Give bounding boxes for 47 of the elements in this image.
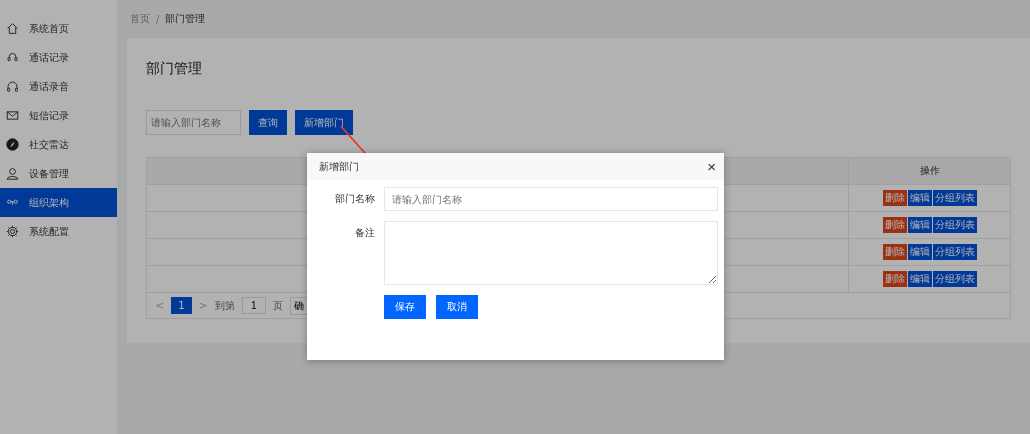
action-button[interactable]: 编辑 <box>907 217 932 233</box>
sidebar-item[interactable]: 通话记录 <box>0 43 117 72</box>
action-button[interactable]: 分组列表 <box>932 244 977 260</box>
action-button[interactable]: 编辑 <box>907 190 932 206</box>
sidebar-item[interactable]: 系统配置 <box>0 217 117 246</box>
breadcrumb-separator: / <box>156 13 160 25</box>
mail-icon <box>6 109 19 122</box>
sidebar-item[interactable]: 系统首页 <box>0 14 117 43</box>
sidebar-item[interactable]: 设备管理 <box>0 159 117 188</box>
save-button[interactable]: 保存 <box>384 295 426 319</box>
action-button[interactable]: 分组列表 <box>932 190 977 206</box>
settings-icon <box>6 225 19 238</box>
compass-icon <box>6 138 19 151</box>
search-field[interactable]: 请输入部门名称 <box>146 110 241 135</box>
breadcrumb-current: 部门管理 <box>165 12 206 26</box>
close-button[interactable]: × <box>707 159 716 174</box>
user-icon <box>6 167 19 180</box>
field-label: 备注 <box>354 226 376 240</box>
page-input[interactable]: 1 <box>241 297 266 314</box>
sidebar-item[interactable]: 社交雷达 <box>0 130 117 159</box>
page-number[interactable]: 1 <box>171 297 192 314</box>
delete-button[interactable]: 删除 <box>882 271 907 287</box>
action-button[interactable]: 分组列表 <box>932 271 977 287</box>
page-unit: 页 <box>272 298 283 313</box>
page-title: 部门管理 <box>146 60 203 78</box>
home-icon <box>6 22 19 35</box>
delete-button[interactable]: 删除 <box>882 244 907 260</box>
action-button[interactable]: 编辑 <box>907 244 932 260</box>
delete-button[interactable]: 删除 <box>882 217 907 233</box>
sidebar-item[interactable]: 通话录音 <box>0 72 117 101</box>
headset-icon <box>6 51 19 64</box>
goto-label: 到第 <box>214 298 235 313</box>
cancel-button[interactable]: 取消 <box>436 295 478 319</box>
breadcrumb-link[interactable]: 首页 <box>130 12 150 26</box>
field-label: 部门名称 <box>334 192 376 206</box>
name-field[interactable]: 请输入部门名称 <box>384 187 718 211</box>
notes-field[interactable] <box>384 221 718 285</box>
column-header: 操作 <box>918 164 941 178</box>
dialog-title: 新增部门 <box>319 159 359 174</box>
headphones-icon <box>6 80 19 93</box>
action-button[interactable]: 编辑 <box>907 271 932 287</box>
delete-button[interactable]: 删除 <box>882 190 907 206</box>
sidebar-item[interactable]: 组织架构 <box>0 188 117 217</box>
action-button[interactable]: 分组列表 <box>932 217 977 233</box>
toolbar-button[interactable]: 查询 <box>249 110 287 135</box>
sidebar-item[interactable]: 短信记录 <box>0 101 117 130</box>
toolbar-button[interactable]: 新增部门 <box>295 110 353 135</box>
